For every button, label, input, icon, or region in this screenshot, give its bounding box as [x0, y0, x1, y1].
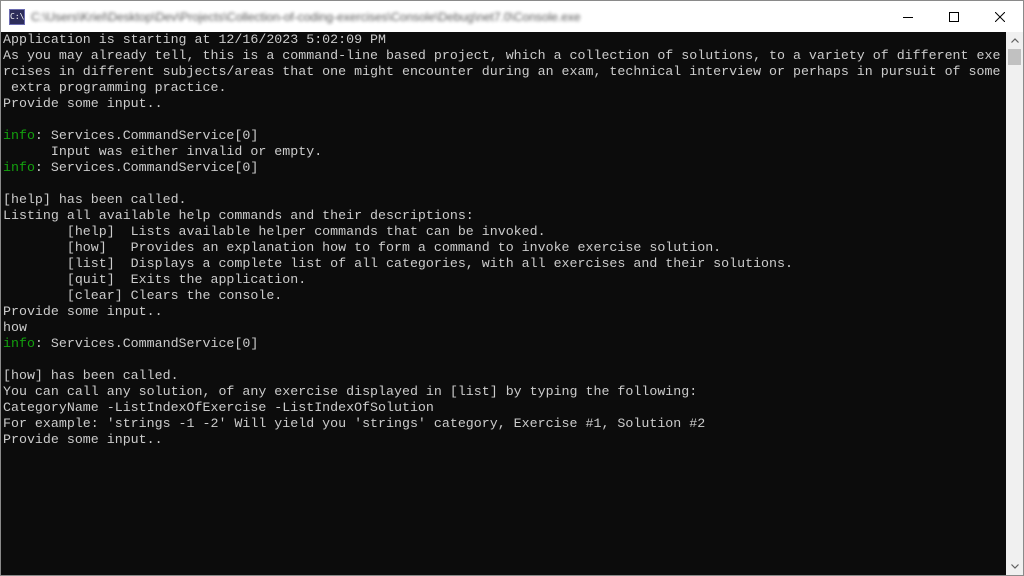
console-line: For example: 'strings -1 -2' Will yield … [1, 416, 1007, 432]
log-level-prefix: info [3, 128, 35, 143]
console-line: info: Services.CommandService[0] [1, 160, 1007, 176]
console-line: rcises in different subjects/areas that … [1, 64, 1007, 80]
console-line: Application is starting at 12/16/2023 5:… [1, 32, 1007, 48]
scrollbar-thumb[interactable] [1008, 49, 1021, 65]
console-line-text: As you may already tell, this is a comma… [3, 48, 1001, 63]
console-line: [how] Provides an explanation how to for… [1, 240, 1007, 256]
console-line: [how] has been called. [1, 368, 1007, 384]
log-level-prefix: info [3, 160, 35, 175]
console-line-text: how [3, 320, 27, 335]
console-output[interactable]: Application is starting at 12/16/2023 5:… [1, 32, 1007, 575]
maximize-button[interactable] [931, 1, 977, 32]
console-window: C:\ C:\Users\Kriel\Desktop\Dev\Projects\… [0, 0, 1024, 576]
console-line-text: [quit] Exits the application. [3, 272, 307, 287]
console-line-text: rcises in different subjects/areas that … [3, 64, 1001, 79]
console-line-text: [how] has been called. [3, 368, 179, 383]
console-line-text: [list] Displays a complete list of all c… [3, 256, 793, 271]
console-line-text: CategoryName -ListIndexOfExercise -ListI… [3, 400, 434, 415]
console-line: Provide some input.. [1, 96, 1007, 112]
console-line: Listing all available help commands and … [1, 208, 1007, 224]
window-controls [885, 1, 1023, 32]
vertical-scrollbar[interactable] [1006, 32, 1023, 575]
close-icon [995, 11, 1005, 22]
console-line-text: [help] has been called. [3, 192, 187, 207]
console-line-text: [help] Lists available helper commands t… [3, 224, 546, 239]
close-button[interactable] [977, 1, 1023, 32]
console-line-text: For example: 'strings -1 -2' Will yield … [3, 416, 706, 431]
console-line-text: : Services.CommandService[0] [34, 160, 259, 175]
minimize-button[interactable] [885, 1, 931, 32]
console-line-text: Provide some input.. [3, 96, 163, 111]
console-line: As you may already tell, this is a comma… [1, 48, 1007, 64]
console-line: CategoryName -ListIndexOfExercise -ListI… [1, 400, 1007, 416]
console-line: Provide some input.. [1, 432, 1007, 448]
console-line: [help] Lists available helper commands t… [1, 224, 1007, 240]
console-line-text: You can call any solution, of any exerci… [3, 384, 698, 399]
console-line: Provide some input.. [1, 304, 1007, 320]
console-line: [quit] Exits the application. [1, 272, 1007, 288]
console-app-icon[interactable]: C:\ [9, 8, 25, 25]
console-line: You can call any solution, of any exerci… [1, 384, 1007, 400]
minimize-icon [903, 16, 913, 18]
console-line: info: Services.CommandService[0] [1, 336, 1007, 352]
title-bar[interactable]: C:\ C:\Users\Kriel\Desktop\Dev\Projects\… [1, 1, 1023, 32]
console-line: info: Services.CommandService[0] [1, 128, 1007, 144]
console-line-text: Provide some input.. [3, 432, 163, 447]
console-line: [list] Displays a complete list of all c… [1, 256, 1007, 272]
scroll-up-button[interactable] [1006, 32, 1023, 49]
console-line: [help] has been called. [1, 192, 1007, 208]
console-line-text: [clear] Clears the console. [3, 288, 283, 303]
console-line-text: [how] Provides an explanation how to for… [3, 240, 722, 255]
window-title: C:\Users\Kriel\Desktop\Dev\Projects\Coll… [31, 9, 581, 24]
maximize-icon [949, 11, 959, 22]
console-line-text: Provide some input.. [3, 304, 163, 319]
console-line: how [1, 320, 1007, 336]
log-level-prefix: info [3, 336, 35, 351]
console-line-text: Application is starting at 12/16/2023 5:… [3, 32, 387, 47]
console-line-text: : Services.CommandService[0] [34, 128, 259, 143]
console-line: Input was either invalid or empty. [1, 144, 1007, 160]
console-line-text: Listing all available help commands and … [3, 208, 474, 223]
console-line-text: Input was either invalid or empty. [3, 144, 323, 159]
console-line-text: extra programming practice. [3, 80, 227, 95]
chevron-down-icon [1010, 564, 1019, 569]
scroll-down-button[interactable] [1006, 558, 1023, 575]
console-line: [clear] Clears the console. [1, 288, 1007, 304]
chevron-up-icon [1010, 38, 1019, 43]
console-line: extra programming practice. [1, 80, 1007, 96]
console-line-text: : Services.CommandService[0] [34, 336, 259, 351]
